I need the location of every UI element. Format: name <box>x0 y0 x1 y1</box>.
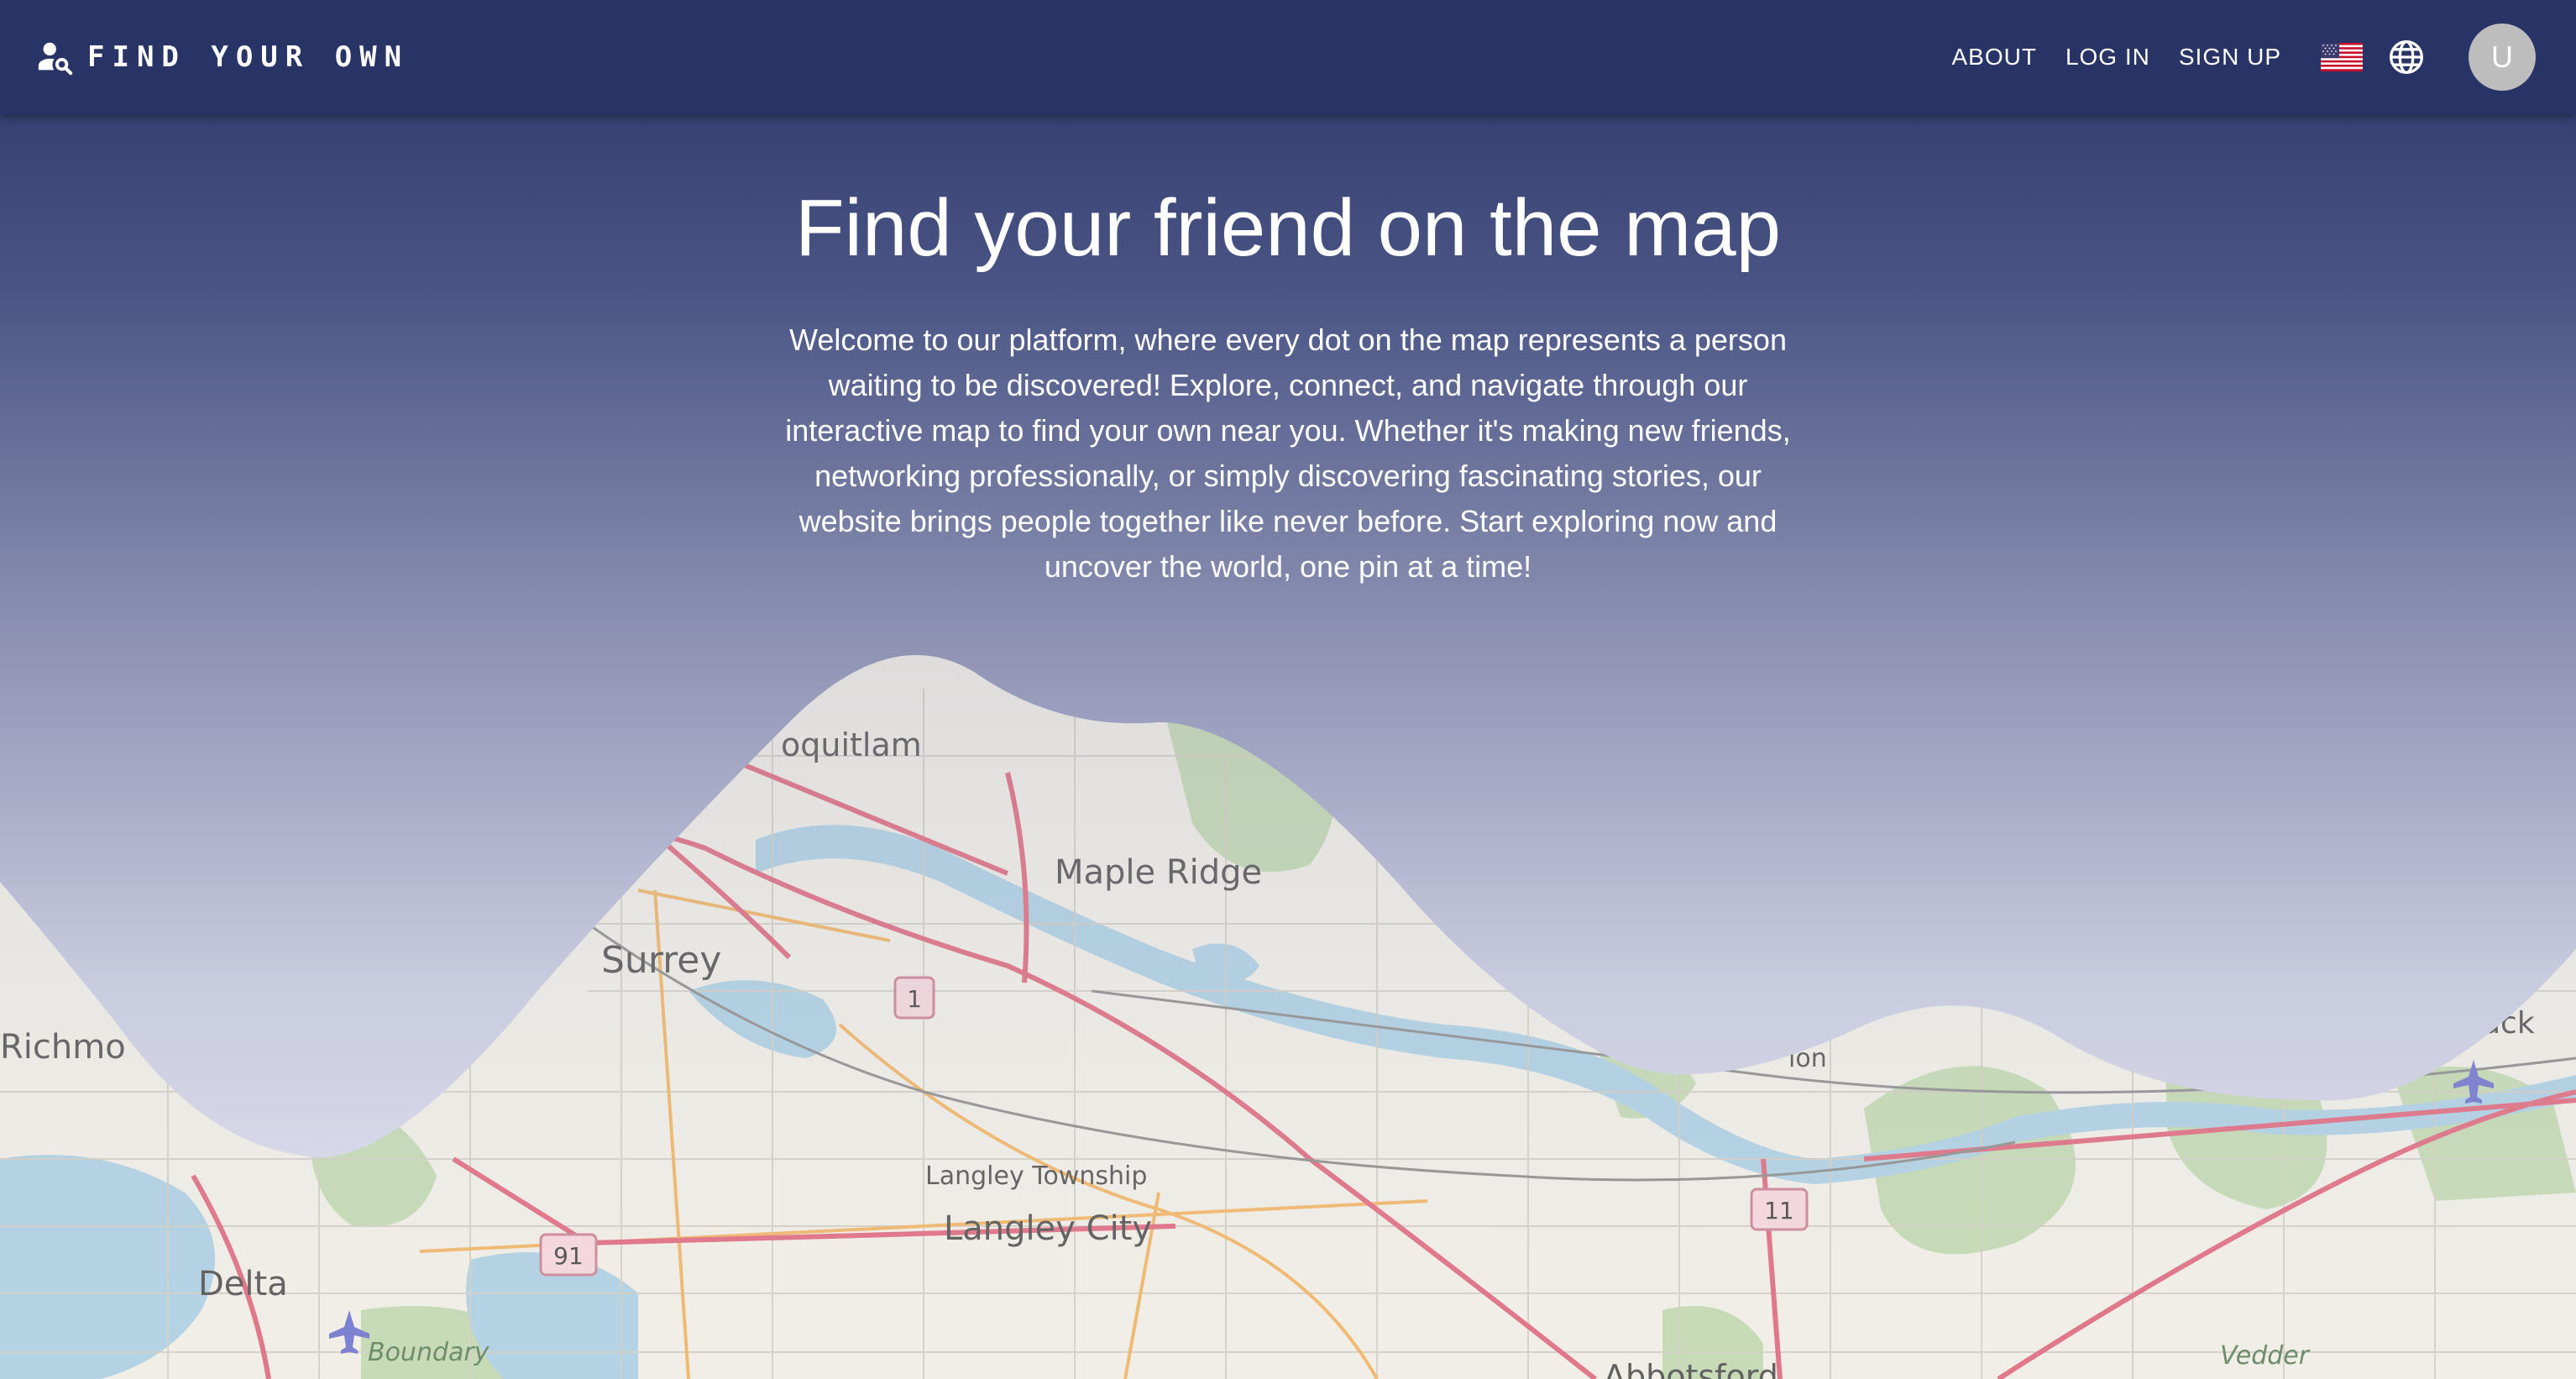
top-nav: ABOUT LOG IN SIGN UP U <box>1937 24 2536 91</box>
map-label-langley-township: Langley Township <box>925 1161 1147 1191</box>
nav-log-in[interactable]: LOG IN <box>2051 32 2165 82</box>
map-label-chilliwack: ack <box>2482 1006 2535 1041</box>
hero-title: Find your friend on the map <box>795 183 1781 273</box>
app-bar: FIND YOUR OWN ABOUT LOG IN SIGN UP U <box>0 0 2576 114</box>
route-shield-11-label: 11 <box>1764 1197 1794 1224</box>
route-shield-91: 91 <box>539 1233 598 1277</box>
map-label-abbotsford: Abbotsford <box>1604 1358 1778 1379</box>
brand-logo[interactable]: FIND YOUR OWN <box>35 38 409 76</box>
map-label-maple-ridge: Maple Ridge <box>1055 853 1262 892</box>
person-search-icon <box>38 42 73 76</box>
route-shield-11: 11 <box>1750 1188 1809 1231</box>
map-label-mission: ion <box>1788 1044 1827 1073</box>
map-label-vedder: Vedder <box>2220 1341 2311 1371</box>
map-label-surrey: Surrey <box>601 939 721 982</box>
nav-about[interactable]: ABOUT <box>1937 32 2050 82</box>
route-shield-1: 1 <box>893 976 935 1020</box>
brand-title: FIND YOUR OWN <box>87 40 410 74</box>
landing-page: oquitlam Maple Ridge Surrey Richmo Langl… <box>0 0 2576 1379</box>
map-label-langley-city: Langley City <box>944 1209 1152 1248</box>
map-label-richmond: Richmo <box>0 1028 126 1067</box>
user-avatar[interactable]: U <box>2469 24 2536 91</box>
globe-icon[interactable] <box>2388 39 2425 76</box>
map-label-delta: Delta <box>198 1265 288 1303</box>
map-label-boundary: Boundary <box>368 1338 490 1367</box>
hero-section: Find your friend on the map Welcome to o… <box>0 114 2576 590</box>
route-shield-91-label: 91 <box>553 1242 584 1270</box>
map-label-coquitlam: oquitlam <box>781 726 922 763</box>
route-shield-1-label: 1 <box>907 985 922 1013</box>
nav-sign-up[interactable]: SIGN UP <box>2165 32 2296 82</box>
us-flag-icon[interactable] <box>2321 43 2363 71</box>
hero-description: Welcome to our platform, where every dot… <box>785 322 1791 584</box>
